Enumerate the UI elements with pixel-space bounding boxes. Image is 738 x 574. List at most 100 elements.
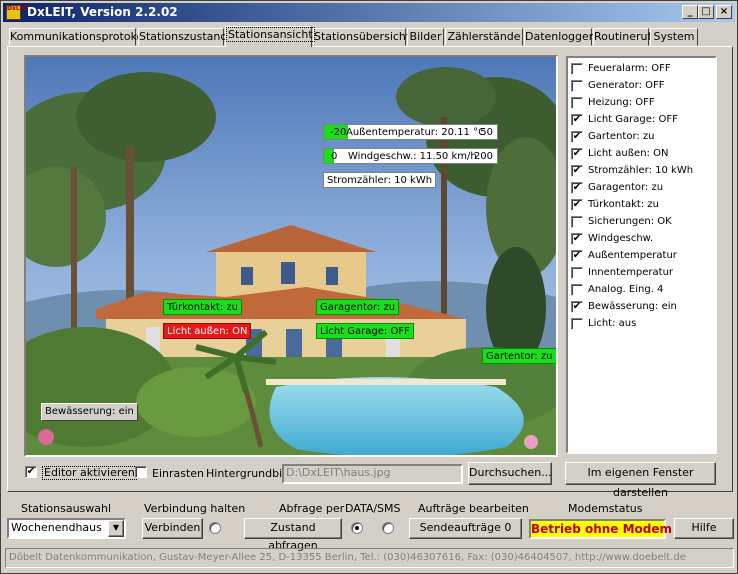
snap-label[interactable]: Einrasten	[152, 467, 204, 480]
sensor-checkbox[interactable]: ✔	[571, 131, 583, 143]
sensor-item[interactable]: Feueralarm: OFF	[568, 61, 715, 78]
query-status-button[interactable]: Zustand abfragen	[244, 518, 342, 552]
tab-kommunikationsprotokoll[interactable]: Kommunikationsprotokoll	[9, 28, 149, 46]
sensor-label: Bewässerung: ein	[588, 301, 677, 312]
close-button[interactable]: ×	[716, 5, 732, 19]
sensor-item[interactable]: ✔ Türkontakt: zu	[568, 197, 715, 214]
gartentor-indicator[interactable]: Gartentor: zu	[482, 348, 556, 364]
query-method-label: DATA/SMS	[345, 502, 401, 515]
sensor-label: Licht außen: ON	[588, 148, 669, 159]
window-title: DxLEIT, Version 2.2.02	[27, 5, 178, 19]
garagentor-indicator[interactable]: Garagentor: zu	[316, 299, 400, 315]
query-data-radio[interactable]	[351, 522, 363, 534]
sensor-checkbox[interactable]	[571, 80, 583, 92]
browse-button[interactable]: Durchsuchen...	[468, 462, 552, 485]
sensor-label: Licht Garage: OFF	[588, 114, 678, 125]
tab-zaehlerstaende[interactable]: Zählerstände	[445, 28, 523, 46]
sensor-item[interactable]: Licht: aus	[568, 316, 715, 333]
sensor-label: Generator: OFF	[588, 80, 665, 91]
sensor-item[interactable]: ✔ Windgeschw.	[568, 231, 715, 248]
sensor-label: Analog. Eing. 4	[588, 284, 664, 295]
sensor-item[interactable]: Sicherungen: OK	[568, 214, 715, 231]
sensor-checkbox[interactable]: ✔	[571, 114, 583, 126]
sensor-label: Windgeschw.	[588, 233, 654, 244]
licht-aussen-indicator[interactable]: Licht außen: ON	[163, 323, 252, 339]
editor-label[interactable]: Editor aktivieren	[42, 466, 137, 480]
background-image-path[interactable]: D:\DxLEIT\haus.jpg	[282, 464, 463, 484]
wind-label: Windgeschw.: 11.50 km/h	[348, 151, 477, 162]
sensor-checkbox[interactable]	[571, 216, 583, 228]
tab-stationszustand[interactable]: Stationszustand	[138, 28, 227, 46]
sensor-item[interactable]: ✔ Gartentor: zu	[568, 129, 715, 146]
tab-datenlogger[interactable]: Datenlogger	[524, 28, 593, 46]
title-bar[interactable]: DxLEIT DxLEIT, Version 2.2.02 _ □ ×	[3, 3, 735, 22]
sensor-checkbox[interactable]: ✔	[571, 182, 583, 194]
station-select-value: Wochenendhaus	[11, 521, 102, 534]
chevron-down-icon[interactable]: ▼	[108, 520, 124, 537]
aussentemp-label: Außentemperatur: 20.11 °C	[346, 127, 486, 138]
sensor-checkbox[interactable]: ✔	[571, 199, 583, 211]
own-window-button[interactable]: Im eigenen Fenster darstellen	[565, 462, 716, 499]
maximize-button[interactable]: □	[698, 5, 714, 19]
wind-min: 0	[331, 151, 338, 162]
station-view-image[interactable]: -20 Außentemperatur: 20.11 °C 50 0 Windg…	[24, 55, 558, 457]
modem-status-display: Betrieb ohne Modem	[529, 519, 672, 539]
sensor-label: Türkontakt: zu	[588, 199, 659, 210]
sensor-checkbox[interactable]: ✔	[571, 233, 583, 245]
sensor-checkbox[interactable]: ✔	[571, 148, 583, 160]
sensor-label: Garagentor: zu	[588, 182, 664, 193]
sensor-item[interactable]: ✔ Außentemperatur	[568, 248, 715, 265]
tab-stationsansicht[interactable]: Stationsansicht	[225, 26, 315, 47]
wind-max: 200	[473, 151, 493, 162]
tab-routineruf[interactable]: Routineruf	[593, 28, 651, 46]
sensor-item[interactable]: ✔ Licht außen: ON	[568, 146, 715, 163]
sensor-label: Licht: aus	[588, 318, 637, 329]
house-illustration	[26, 57, 556, 455]
query-sms-radio[interactable]	[382, 522, 394, 534]
tuerkontakt-indicator[interactable]: Türkontakt: zu	[163, 299, 242, 315]
sensor-item[interactable]: ✔ Bewässerung: ein	[568, 299, 715, 316]
app-window: DxLEIT DxLEIT, Version 2.2.02 _ □ × Komm…	[0, 0, 738, 574]
sensor-item[interactable]: Innentemperatur	[568, 265, 715, 282]
sensor-item[interactable]: ✔ Garagentor: zu	[568, 180, 715, 197]
sensor-item[interactable]: ✔ Stromzähler: 10 kWh	[568, 163, 715, 180]
tab-system[interactable]: System	[650, 28, 698, 46]
licht-garage-indicator[interactable]: Licht Garage: OFF	[316, 323, 414, 339]
send-jobs-button[interactable]: Sendeaufträge 0	[409, 518, 522, 539]
jobs-label: Aufträge bearbeiten	[418, 502, 529, 515]
sensor-item[interactable]: ✔ Licht Garage: OFF	[568, 112, 715, 129]
editor-checkbox[interactable]: ✔	[25, 466, 37, 478]
query-label: Abfrage per	[279, 502, 345, 515]
sensor-checkbox[interactable]	[571, 284, 583, 296]
sensor-checkbox[interactable]: ✔	[571, 165, 583, 177]
sensor-label: Feueralarm: OFF	[588, 63, 671, 74]
sensor-label: Sicherungen: OK	[588, 216, 672, 227]
keep-connection-radio[interactable]	[209, 522, 221, 534]
sensor-item[interactable]: Analog. Eing. 4	[568, 282, 715, 299]
sensor-item[interactable]: Generator: OFF	[568, 78, 715, 95]
sensor-item[interactable]: Heizung: OFF	[568, 95, 715, 112]
aussentemp-min: -20	[330, 127, 347, 138]
station-select[interactable]: Wochenendhaus ▼	[7, 518, 126, 539]
aussentemp-max: 50	[480, 127, 493, 138]
modem-status-label: Modemstatus	[568, 502, 643, 515]
minimize-button[interactable]: _	[682, 5, 698, 19]
sensor-checkbox[interactable]	[571, 318, 583, 330]
help-button[interactable]: Hilfe	[674, 518, 734, 539]
tab-bilder[interactable]: Bilder	[407, 28, 444, 46]
bewaesserung-button[interactable]: Bewässerung: ein	[41, 403, 138, 421]
sensor-checkbox[interactable]	[571, 97, 583, 109]
strom-indicator[interactable]: Stromzähler: 10 kWh	[323, 172, 437, 188]
sensor-label: Innentemperatur	[588, 267, 674, 278]
sensor-checkbox[interactable]: ✔	[571, 301, 583, 313]
connect-button[interactable]: Verbinden	[142, 518, 203, 539]
aussentemp-gauge[interactable]: -20 Außentemperatur: 20.11 °C 50	[323, 124, 498, 140]
tab-stationsuebersicht[interactable]: Stationsübersicht	[313, 28, 410, 46]
wind-gauge[interactable]: 0 Windgeschw.: 11.50 km/h 200	[323, 148, 498, 164]
sensor-checkbox[interactable]: ✔	[571, 250, 583, 262]
sensor-checkbox[interactable]	[571, 267, 583, 279]
station-select-label: Stationsauswahl	[21, 502, 112, 515]
app-icon[interactable]: DxLEIT	[6, 5, 30, 20]
sensor-checkbox[interactable]	[571, 63, 583, 75]
snap-checkbox[interactable]	[135, 466, 147, 478]
